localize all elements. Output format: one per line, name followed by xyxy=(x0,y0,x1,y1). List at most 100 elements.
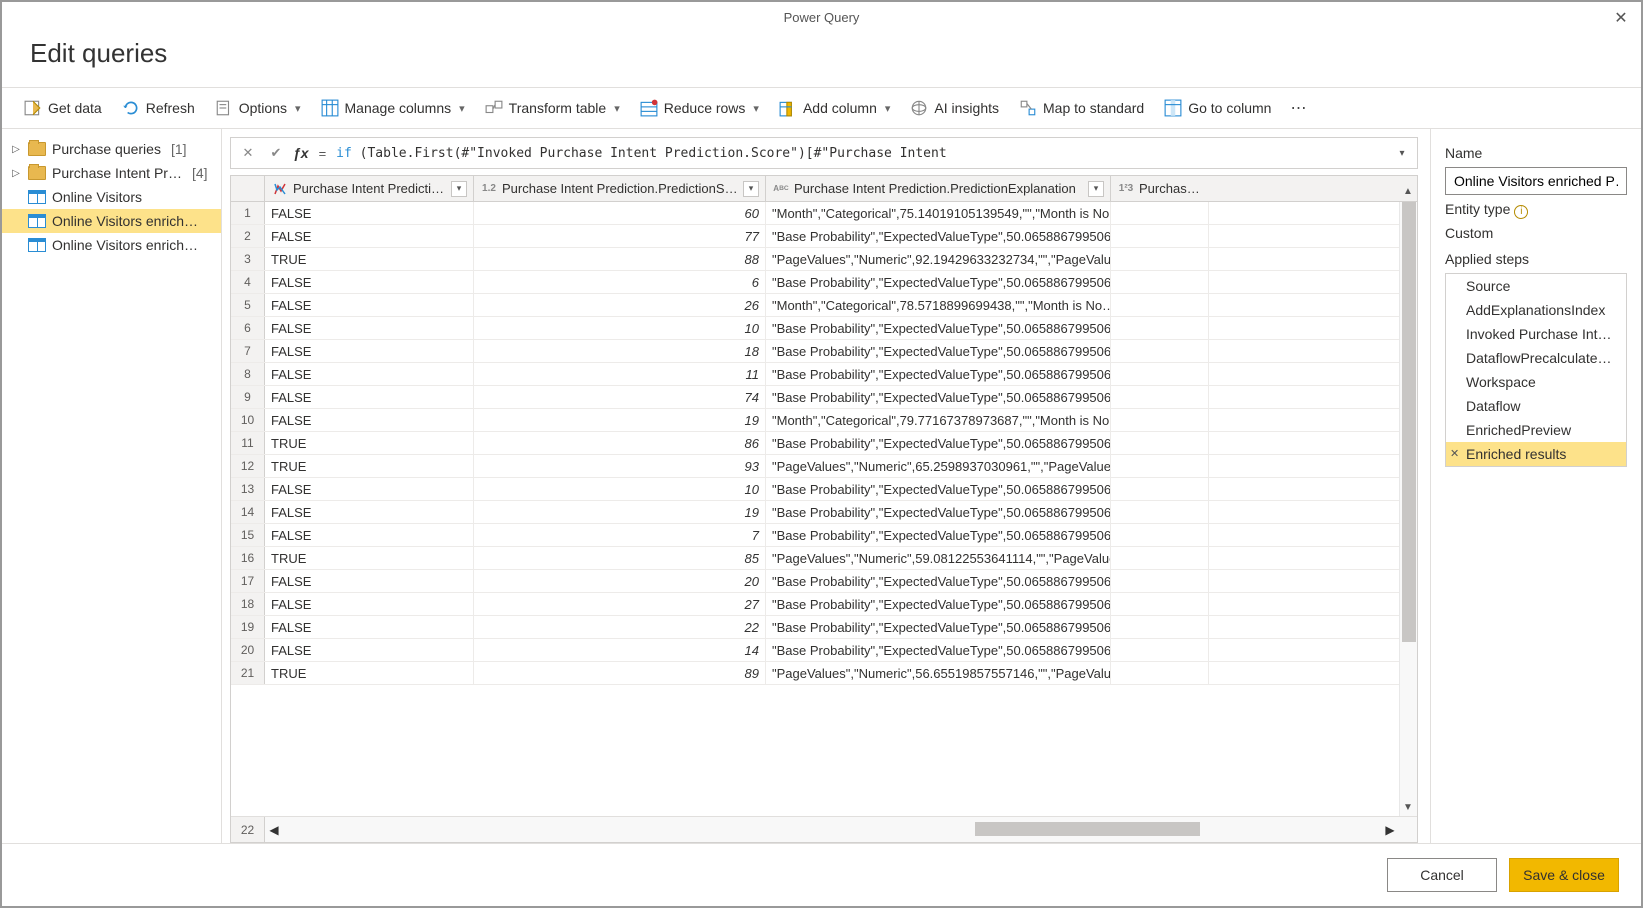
applied-step[interactable]: Enriched results xyxy=(1446,442,1626,466)
cell[interactable]: 26 xyxy=(474,294,766,316)
formula-dropdown[interactable]: ▾ xyxy=(1393,148,1411,159)
cell[interactable]: FALSE xyxy=(265,501,474,523)
cell[interactable] xyxy=(1111,616,1209,638)
table-row[interactable]: 20FALSE14"Base Probability","ExpectedVal… xyxy=(231,639,1417,662)
go-to-column-button[interactable]: Go to column xyxy=(1156,94,1279,122)
cell[interactable] xyxy=(1111,547,1209,569)
cell[interactable] xyxy=(1111,317,1209,339)
cancel-formula-icon[interactable]: ✕ xyxy=(237,142,259,164)
cell[interactable]: 11 xyxy=(474,363,766,385)
table-row[interactable]: 21TRUE89"PageValues","Numeric",56.655198… xyxy=(231,662,1417,685)
cell[interactable]: 93 xyxy=(474,455,766,477)
cell[interactable] xyxy=(1111,501,1209,523)
table-row[interactable]: 5FALSE26"Month","Categorical",78.5718899… xyxy=(231,294,1417,317)
table-row[interactable]: 1FALSE60"Month","Categorical",75.1401910… xyxy=(231,202,1417,225)
cell[interactable]: "Base Probability","ExpectedValueType",5… xyxy=(766,478,1111,500)
cell[interactable]: FALSE xyxy=(265,616,474,638)
table-row[interactable]: 18FALSE27"Base Probability","ExpectedVal… xyxy=(231,593,1417,616)
cell[interactable]: 77 xyxy=(474,225,766,247)
cell[interactable]: "Base Probability","ExpectedValueType",5… xyxy=(766,432,1111,454)
cell[interactable] xyxy=(1111,570,1209,592)
applied-step[interactable]: Source xyxy=(1446,274,1626,298)
cell[interactable]: "Base Probability","ExpectedValueType",5… xyxy=(766,386,1111,408)
cell[interactable]: 10 xyxy=(474,317,766,339)
cell[interactable]: 6 xyxy=(474,271,766,293)
cell[interactable]: FALSE xyxy=(265,340,474,362)
cell[interactable]: "Base Probability","ExpectedValueType",5… xyxy=(766,317,1111,339)
add-column-button[interactable]: Add column ▾ xyxy=(771,94,898,122)
cell[interactable]: 88 xyxy=(474,248,766,270)
scroll-thumb[interactable] xyxy=(1402,202,1416,642)
save-close-button[interactable]: Save & close xyxy=(1509,858,1619,892)
cell[interactable]: "Base Probability","ExpectedValueType",5… xyxy=(766,639,1111,661)
get-data-button[interactable]: Get data xyxy=(16,94,110,122)
table-row[interactable]: 11TRUE86"Base Probability","ExpectedValu… xyxy=(231,432,1417,455)
cell[interactable]: 18 xyxy=(474,340,766,362)
cell[interactable]: 60 xyxy=(474,202,766,224)
cell[interactable]: 14 xyxy=(474,639,766,661)
cell[interactable]: 27 xyxy=(474,593,766,615)
cell[interactable]: 85 xyxy=(474,547,766,569)
table-row[interactable]: 15FALSE7"Base Probability","ExpectedValu… xyxy=(231,524,1417,547)
cell[interactable]: "Month","Categorical",78.5718899699438,"… xyxy=(766,294,1111,316)
cell[interactable]: "Base Probability","ExpectedValueType",5… xyxy=(766,616,1111,638)
cell[interactable]: 89 xyxy=(474,662,766,684)
column-header[interactable]: Purchase Intent Prediction.… ▾ xyxy=(265,176,474,201)
cell[interactable]: "Base Probability","ExpectedValueType",5… xyxy=(766,501,1111,523)
fx-icon[interactable]: ƒx xyxy=(293,145,309,161)
cell[interactable]: 20 xyxy=(474,570,766,592)
table-row[interactable]: 3TRUE88"PageValues","Numeric",92.1942963… xyxy=(231,248,1417,271)
cell[interactable]: FALSE xyxy=(265,317,474,339)
cell[interactable]: "Base Probability","ExpectedValueType",5… xyxy=(766,524,1111,546)
cell[interactable]: FALSE xyxy=(265,524,474,546)
table-row[interactable]: 6FALSE10"Base Probability","ExpectedValu… xyxy=(231,317,1417,340)
cell[interactable]: 19 xyxy=(474,501,766,523)
cell[interactable]: TRUE xyxy=(265,662,474,684)
table-row[interactable]: 4FALSE6"Base Probability","ExpectedValue… xyxy=(231,271,1417,294)
table-row[interactable]: 19FALSE22"Base Probability","ExpectedVal… xyxy=(231,616,1417,639)
vertical-scrollbar[interactable]: ▲ ▼ xyxy=(1399,202,1417,816)
applied-step[interactable]: DataflowPrecalculatedSo… xyxy=(1446,346,1626,370)
cell[interactable] xyxy=(1111,386,1209,408)
cell[interactable]: "Base Probability","ExpectedValueType",5… xyxy=(766,570,1111,592)
cell[interactable]: FALSE xyxy=(265,409,474,431)
table-row[interactable]: 7FALSE18"Base Probability","ExpectedValu… xyxy=(231,340,1417,363)
name-input[interactable] xyxy=(1445,167,1627,195)
column-header[interactable]: ABC Purchase Intent Prediction.Predictio… xyxy=(766,176,1111,201)
cancel-button[interactable]: Cancel xyxy=(1387,858,1497,892)
cell[interactable]: 7 xyxy=(474,524,766,546)
table-row[interactable]: 10FALSE19"Month","Categorical",79.771673… xyxy=(231,409,1417,432)
applied-step[interactable]: EnrichedPreview xyxy=(1446,418,1626,442)
cell[interactable]: "Base Probability","ExpectedValueType",5… xyxy=(766,363,1111,385)
cell[interactable]: "Base Probability","ExpectedValueType",5… xyxy=(766,271,1111,293)
cell[interactable]: FALSE xyxy=(265,202,474,224)
ai-insights-button[interactable]: AI insights xyxy=(902,94,1007,122)
scroll-up-icon[interactable]: ▲ xyxy=(1399,182,1417,200)
cell[interactable] xyxy=(1111,294,1209,316)
cell[interactable]: TRUE xyxy=(265,432,474,454)
transform-table-button[interactable]: Transform table ▾ xyxy=(477,94,628,122)
scroll-down-icon[interactable]: ▼ xyxy=(1399,798,1417,816)
cell[interactable] xyxy=(1111,363,1209,385)
cell[interactable]: TRUE xyxy=(265,455,474,477)
cell[interactable]: 86 xyxy=(474,432,766,454)
applied-step[interactable]: Dataflow xyxy=(1446,394,1626,418)
query-item[interactable]: Online Visitors enrich… xyxy=(2,233,221,257)
table-row[interactable]: 13FALSE10"Base Probability","ExpectedVal… xyxy=(231,478,1417,501)
toolbar-overflow[interactable]: ⋯ xyxy=(1283,94,1315,122)
cell[interactable]: 10 xyxy=(474,478,766,500)
cell[interactable]: TRUE xyxy=(265,248,474,270)
cell[interactable] xyxy=(1111,662,1209,684)
cell[interactable] xyxy=(1111,409,1209,431)
table-row[interactable]: 9FALSE74"Base Probability","ExpectedValu… xyxy=(231,386,1417,409)
cell[interactable]: 19 xyxy=(474,409,766,431)
cell[interactable] xyxy=(1111,432,1209,454)
cell[interactable]: "Month","Categorical",79.77167378973687,… xyxy=(766,409,1111,431)
query-folder[interactable]: ▷Purchase queries[1] xyxy=(2,137,221,161)
options-button[interactable]: Options ▾ xyxy=(207,94,309,122)
cell[interactable] xyxy=(1111,202,1209,224)
table-row[interactable]: 12TRUE93"PageValues","Numeric",65.259893… xyxy=(231,455,1417,478)
refresh-button[interactable]: Refresh xyxy=(114,94,203,122)
column-filter-icon[interactable]: ▾ xyxy=(451,181,467,197)
cell[interactable]: FALSE xyxy=(265,294,474,316)
